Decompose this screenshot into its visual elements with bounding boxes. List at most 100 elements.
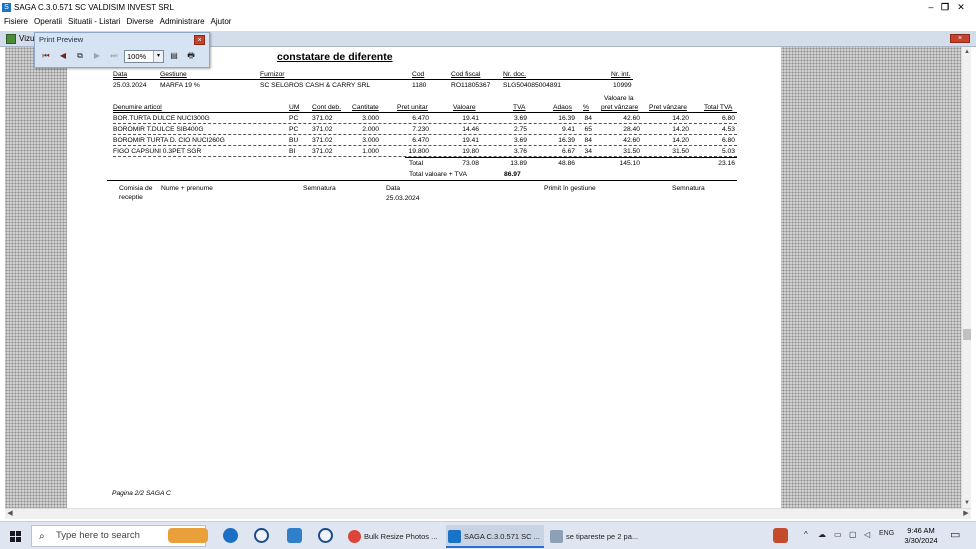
row-3-adaos: 6.67 [561,148,575,155]
taskbar-clock[interactable]: 9:46 AM 3/30/2024 [896,526,946,546]
tray-chevron-icon[interactable]: ^ [804,530,808,539]
row-2-adaos: 16.39 [558,137,575,144]
app-icon-3[interactable] [318,528,333,543]
scroll-left-icon[interactable]: ◀ [5,509,15,519]
display-icon[interactable]: ▢ [849,530,857,539]
hdr-tva: TVA [513,104,526,111]
total-valoare-vanzare: 145.10 [619,160,640,167]
edge-icon[interactable] [223,528,238,543]
scroll-up-icon[interactable]: ▲ [962,47,972,57]
taskbar: ⌕ Type here to search Bulk Resize Photos… [0,521,976,549]
menu-fisiere[interactable]: Fisiere [4,17,28,26]
export-icon[interactable]: ▤ [167,49,181,63]
chevron-down-icon[interactable]: ▾ [153,50,163,62]
total-valoare-tva-label: Total valoare + TVA [409,171,467,178]
row-1-cant: 2.000 [362,126,379,133]
hdr-pret-unitar: Pret unitar [397,104,428,111]
taskbar-saga[interactable]: SAGA C.3.0.571 SC ... [446,525,544,548]
row-0-pct: 84 [584,115,592,122]
row-2-cant: 3.000 [362,137,379,144]
row-3-den: FIGO CAPSUNI 0.3PET SGR [113,148,202,155]
last-page-icon[interactable]: ⏭ [107,49,121,63]
row-separator [113,145,737,146]
hdr-nr-doc: Nr. doc. [503,71,527,78]
printer-icon[interactable]: 🖶 [184,49,198,63]
menu-bar: Fisiere Operatii Situatii - Listari Dive… [0,14,976,28]
taskbar-notepad[interactable]: se tipareste pe 2 pa... [548,525,646,548]
menu-ajutor[interactable]: Ajutor [211,17,232,26]
scroll-down-icon[interactable]: ▼ [962,498,972,508]
row-3-val: 19.80 [462,148,479,155]
multi-page-icon[interactable]: ⧉ [73,49,87,63]
table-header-line [113,112,737,113]
row-2-ttva: 6.80 [721,137,735,144]
total-tva: 13.89 [510,160,527,167]
network-icon[interactable]: ☁ [818,530,826,539]
language-indicator[interactable]: ENG [879,530,894,537]
row-1-val: 14.46 [462,126,479,133]
row-1-pct: 65 [584,126,592,133]
hdr-pret-vanzare: Pret vânzare [649,104,687,111]
preview-viewer[interactable]: constatare de diferente Data Gestiune Fu… [5,47,961,508]
volume-icon[interactable]: ◁ [864,530,870,539]
search-highlight-icon[interactable] [168,528,208,543]
row-0-pv: 14.20 [672,115,689,122]
notification-icon[interactable]: ▭ [950,528,960,541]
print-preview-toolbar: Print Preview × ⏮ ◀ ⧉ ▶ ⏭ 100% ▾ ▤ 🖶 [34,32,210,68]
battery-icon[interactable]: ▭ [834,530,842,539]
total-total-tva: 23.16 [718,160,735,167]
row-1-pu: 7.230 [412,126,429,133]
row-3-tva: 3.76 [513,148,527,155]
val-data: 25.03.2024 [113,82,147,89]
comisia-label-1: Comisia de [119,185,153,192]
semnatura2-label: Semnatura [672,185,705,192]
windows-start-icon[interactable] [10,531,21,542]
comisia-label-2: receptie [119,194,143,201]
val-cod: 1180 [412,82,427,89]
row-2-pv: 14.20 [672,137,689,144]
menu-operatii[interactable]: Operatii [34,17,62,26]
hdr-pct: % [583,104,589,111]
hdr-cont: Cont deb. [312,104,341,111]
scroll-right-icon[interactable]: ▶ [961,509,971,519]
first-page-icon[interactable]: ⏮ [39,49,53,63]
report-page: constatare de diferente Data Gestiune Fu… [67,47,781,508]
row-0-um: PC [289,115,299,122]
print-preview-close-button[interactable]: × [194,35,205,45]
row-2-cont: 371.02 [312,137,333,144]
menu-situatii-listari[interactable]: Situatii - Listari [68,17,120,26]
row-0-vpv: 42.60 [623,115,640,122]
horizontal-scrollbar[interactable]: ◀ ▶ [5,508,971,519]
data-value: 25.03.2024 [386,195,420,202]
hdr-adaos: Adaos [553,104,572,111]
vertical-scroll-thumb[interactable] [963,329,971,340]
next-page-icon[interactable]: ▶ [90,49,104,63]
row-0-tva: 3.69 [513,115,527,122]
zoom-select[interactable]: 100% ▾ [124,49,164,63]
row-2-pu: 6.470 [412,137,429,144]
document-close-button[interactable]: × [950,34,970,43]
window-title-bar: S SAGA C.3.0.571 SC VALDISIM INVEST SRL … [0,0,976,14]
taskbar-chrome-bulk-resize[interactable]: Bulk Resize Photos ... [346,525,442,548]
row-1-tva: 2.75 [513,126,527,133]
document-window-label: Vizu [19,34,35,43]
val-furnizor: SC SELGROS CASH & CARRY SRL [260,82,371,89]
app-icon-2[interactable] [287,528,302,543]
row-0-pu: 6.470 [412,115,429,122]
menu-administrare[interactable]: Administrare [160,17,205,26]
hdr-nr-int: Nr. int. [611,71,631,78]
hdr-total-tva: Total TVA [704,104,733,111]
total-valoare: 73.08 [462,160,479,167]
close-button[interactable]: ✕ [946,0,976,14]
data-label: Data [386,185,401,192]
zoom-value: 100% [127,51,147,61]
prev-page-icon[interactable]: ◀ [56,49,70,63]
row-0-adaos: 16.39 [558,115,575,122]
app-icon-1[interactable] [254,528,269,543]
val-nr-doc: SLG504085004891 [503,82,562,89]
weather-icon[interactable] [773,528,788,543]
total-label: Total [409,160,424,167]
menu-diverse[interactable]: Diverse [127,17,154,26]
hdr-cantitate: Cantitate [352,104,379,111]
vertical-scrollbar[interactable]: ▲ ▼ [961,47,971,508]
